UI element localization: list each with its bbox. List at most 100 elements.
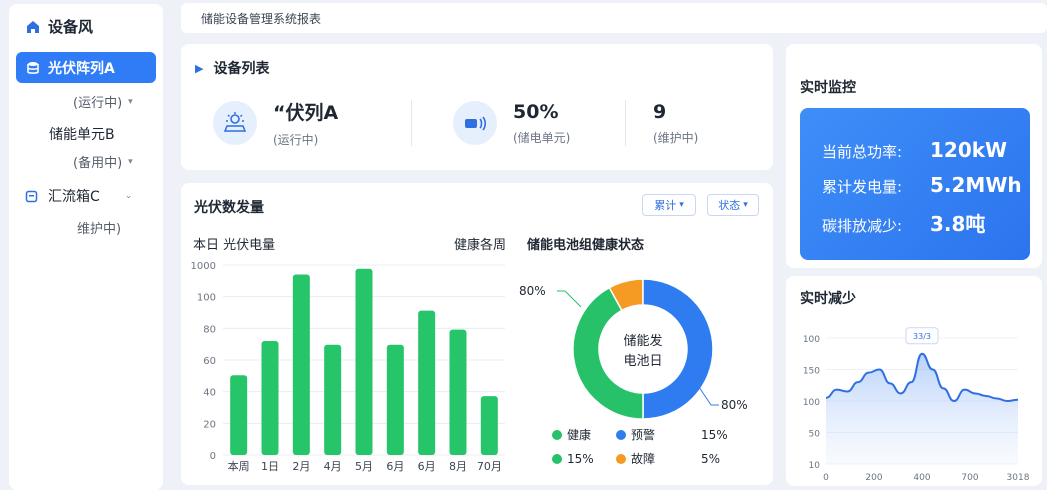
x-tick-label: 3018 (1007, 473, 1030, 483)
legend-label: 健康 (567, 427, 591, 442)
sidebar-item-status: 维护中) (77, 218, 121, 237)
legend-swatch (616, 454, 626, 464)
monitor-row-energy: 累计发电量: 5.2MWh (822, 173, 1022, 197)
monitor-value: 3.8吨 (930, 212, 986, 236)
x-tick-label: 6月 (418, 460, 436, 473)
box-icon (25, 190, 38, 202)
y-tick-label: 20 (203, 419, 216, 430)
bar (480, 396, 498, 455)
monitor-title: 实时监控 (800, 80, 856, 96)
chevron-down-icon: ▾ (128, 96, 133, 107)
sidebar-item-label: 储能单元B (49, 127, 115, 143)
home-icon (27, 20, 39, 33)
legend-percent: 5% (701, 452, 720, 466)
status-text: 维护中) (77, 222, 122, 237)
pv-panel-title: 光伏数发量 (194, 200, 264, 216)
leader-line (557, 290, 582, 308)
reduce-title: 实时减少 (800, 291, 856, 307)
x-tick-label: 1日 (261, 460, 279, 473)
x-tick-label: 5月 (355, 460, 373, 473)
x-tick-label: 6月 (386, 460, 404, 473)
device-list-title: ▶ 设备列表 (195, 58, 269, 78)
x-tick-label: 70月 (477, 460, 502, 473)
monitor-value: 120kW (930, 138, 1008, 162)
x-tick-label: 本周 (228, 459, 250, 473)
stat-value-prefix: “ (273, 102, 286, 124)
reduction-area-chart: 10 50 100 150 100 33/3 0 200 400 700 3018 (803, 327, 1030, 483)
realtime-reduction-panel: 实时减少 10 50 100 150 100 33/3 0 200 400 700 3018 (786, 276, 1042, 486)
pv-bar-chart: 0 20 40 60 80 100 1000 本周 1日 2月 4月 5月 6月 6月 8月 70月 (191, 261, 505, 473)
legend-swatch (552, 430, 562, 440)
donut-slice (642, 278, 714, 420)
x-tick-label: 400 (913, 473, 930, 483)
chevron-down-icon: ⌄ (124, 191, 133, 201)
sidebar-item-status[interactable]: (运行中) ▾ (73, 92, 133, 111)
bar (449, 329, 467, 455)
donut-center-label: 电池日 (623, 354, 662, 369)
sidebar-item-label: 光伏阵列A (48, 60, 115, 77)
legend-swatch (616, 430, 626, 440)
y-tick-label: 10 (809, 461, 821, 471)
y-tick-label: 0 (210, 451, 216, 462)
legend-label: 故障 (631, 451, 655, 466)
monitor-label: 碳排放减少: (822, 217, 903, 235)
divider (411, 100, 412, 146)
stat-maintenance[interactable]: 9 (维护中) (638, 89, 698, 157)
database-icon (27, 61, 39, 74)
sidebar-item-storage-unit[interactable]: 储能单元B (49, 124, 115, 144)
area-fill (826, 353, 1018, 464)
legend-percent: 15% (701, 428, 728, 442)
sidebar: 设备风 光伏阵列A (运行中) ▾ 储能单元B (备用中) ▾ 汇流箱C ⌄ 维… (9, 4, 163, 490)
stat-storage[interactable]: 50% (储电单元) (453, 89, 570, 157)
x-tick-label: 700 (961, 473, 978, 483)
section-title-text: 设备列表 (213, 61, 270, 77)
caret-right-icon: ▶ (195, 61, 204, 75)
status-text: (备用中) (73, 156, 123, 171)
x-tick-label: 4月 (324, 460, 342, 473)
total-dropdown-button[interactable]: 累计 ▾ (642, 194, 696, 216)
button-label: 累计 (654, 199, 677, 212)
monitor-row-carbon: 碳排放减少: 3.8吨 (822, 208, 985, 237)
donut-callout-label: 80% (519, 284, 546, 298)
status-dropdown-button[interactable]: 状态 ▾ (707, 194, 759, 216)
realtime-monitor-panel: 实时监控 当前总功率: 120kW 累计发电量: 5.2MWh 碳排放减少: 3… (786, 44, 1042, 268)
stat-pv-array[interactable]: “伏列A (运行中) (213, 89, 338, 157)
leader-line (698, 386, 719, 406)
bar (386, 344, 404, 455)
bar (418, 310, 436, 455)
stat-value: 9 (653, 100, 667, 123)
stat-label: (维护中) (653, 130, 699, 145)
sidebar-header[interactable]: 设备风 (25, 16, 93, 37)
x-tick-label: 2月 (292, 460, 310, 473)
monitor-value: 5.2MWh (930, 173, 1022, 197)
sidebar-item-combiner-box[interactable]: 汇流箱C ⌄ (25, 186, 132, 206)
monitor-label: 累计发电量: (822, 178, 903, 196)
monitor-card: 当前总功率: 120kW 累计发电量: 5.2MWh 碳排放减少: 3.8吨 (800, 108, 1030, 260)
status-text: (运行中) (73, 96, 123, 111)
stat-value: 50% (513, 100, 559, 123)
donut-callout-label: 80% (721, 398, 748, 412)
bar (230, 375, 248, 455)
battery-health-donut-chart: 储能发电池日 80% 80% 健康 预警 15% 故障 15% 5% (519, 278, 748, 466)
sidebar-header-label: 设备风 (48, 18, 94, 36)
chevron-down-icon: ▾ (743, 200, 748, 210)
bar (355, 268, 373, 455)
chevron-down-icon: ▾ (128, 156, 133, 167)
sidebar-item-status[interactable]: (备用中) ▾ (73, 152, 133, 171)
sidebar-item-label: 汇流箱C (48, 189, 100, 205)
donut-center-label: 储能发 (623, 333, 662, 349)
device-list-panel: ▶ 设备列表 “伏列A (运行中) 50% (储电单元) 9 (维护中) (181, 44, 773, 170)
y-tick-label: 100 (803, 398, 820, 408)
y-tick-label: 1000 (191, 261, 216, 272)
pv-generation-panel: 光伏数发量 累计 ▾ 状态 ▾ 本日 光伏电量 健康各周 储能电池组健康状态 0… (181, 183, 773, 485)
x-tick-label: 0 (823, 473, 829, 483)
chevron-down-icon: ▾ (679, 200, 684, 210)
bar (324, 344, 342, 455)
top-bar: 储能设备管理系统报表 (181, 3, 1047, 33)
legend-label: 预警 (631, 427, 655, 442)
y-tick-label: 40 (203, 388, 216, 399)
monitor-row-power: 当前总功率: 120kW (822, 138, 1007, 162)
sidebar-item-pv-array[interactable]: 光伏阵列A (16, 52, 156, 83)
button-label: 状态 (718, 199, 741, 212)
monitor-label: 当前总功率: (822, 143, 903, 161)
